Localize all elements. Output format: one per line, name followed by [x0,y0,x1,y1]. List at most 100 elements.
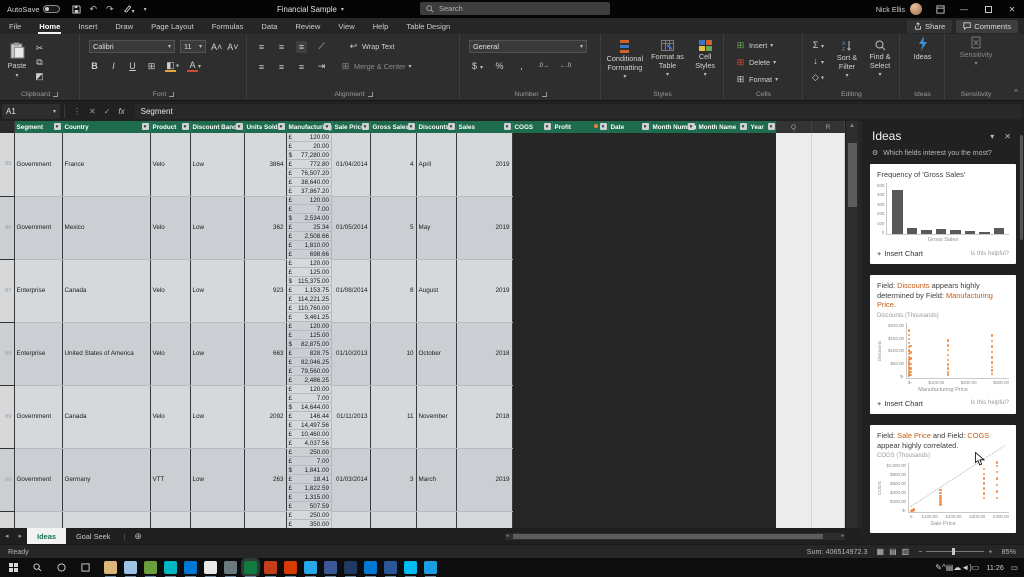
ink-icon[interactable]: ▾ [123,4,135,15]
cell-sale-price[interactable]: £7.00 [287,205,333,214]
accounting-format-button[interactable]: $▾ [469,60,483,72]
cell-units-sold[interactable]: 3864 [244,133,286,196]
cell-sale-price[interactable]: £125.00 [287,268,333,277]
merge-center-button[interactable]: ⊞Merge & Center▾ [340,60,412,73]
cancel-icon[interactable]: ✕ [89,107,96,116]
sensitivity-button[interactable]: Sensitivity▾ [953,36,999,67]
ribbon-display-options-icon[interactable] [928,0,952,18]
redo-icon[interactable]: ↷ [106,4,114,15]
taskbar-app-icon[interactable] [104,561,117,574]
cell-discount-band[interactable]: Low [190,511,244,528]
taskbar-app-icon[interactable] [324,561,337,574]
taskbar-app-icon[interactable] [184,561,197,574]
empty-cell-column[interactable] [812,133,845,528]
filter-button[interactable]: ▼ [142,123,149,130]
taskbar-app-icon[interactable] [224,561,237,574]
cell-month-name[interactable]: May [416,196,456,259]
row-number[interactable]: 89 [0,385,14,448]
start-button[interactable] [2,558,24,577]
column-header-discount-band[interactable]: Discount Band▼ [190,121,244,133]
cell-country[interactable]: France [62,133,150,196]
autosave-toggle[interactable]: AutoSave [7,5,60,14]
insert-cells-button[interactable]: ⊞Insert▾ [735,39,778,52]
share-button[interactable]: Share [907,20,952,33]
cell-month-number[interactable]: 4 [370,133,416,196]
ribbon-tab[interactable]: Review [286,18,329,34]
search-box[interactable]: Search [420,2,610,15]
cell-date[interactable]: 01/04/2014 [332,133,370,196]
cell-profit[interactable]: £2,486.25 [287,376,333,385]
column-header-month-number[interactable]: Month Number▼ [650,121,696,133]
table-row[interactable]: 85 Government France Velo Low 3864 £120.… [0,133,776,196]
clipboard-dialog-launcher[interactable] [53,92,58,97]
cell-segment[interactable]: Enterprise [14,322,62,385]
taskbar-app-icon[interactable] [164,561,177,574]
minimize-button[interactable]: — [952,0,976,18]
formula-input[interactable]: Segment [135,104,1022,119]
cell-sales[interactable]: £1,822.59 [287,484,333,493]
scroll-left-icon[interactable]: ◂ [506,533,509,540]
cell-sale-price[interactable]: £350.00 [287,520,333,528]
sheet-tab[interactable]: Goal Seek [66,528,121,544]
filter-button[interactable]: ▼ [236,123,243,130]
font-size-select[interactable]: 11▾ [180,40,206,53]
ribbon-tab[interactable]: Table Design [397,18,459,34]
cell-profit[interactable]: £3,461.25 [287,313,333,322]
column-header-date[interactable]: Date▼ [608,121,650,133]
user-name[interactable]: Nick Ellis [876,5,905,14]
sort-filter-button[interactable]: AZ Sort & Filter▾ [830,40,864,79]
cell-sale-price[interactable]: £7.00 [287,457,333,466]
cell-discount-band[interactable]: Low [190,196,244,259]
enter-icon[interactable]: ✓ [104,107,111,116]
pane-scrollbar[interactable] [1020,135,1023,240]
cell-month-name[interactable]: April [416,133,456,196]
cell-gross-sales[interactable]: $115,375.00 [287,277,333,286]
cell-year[interactable]: 2019 [456,511,512,528]
paste-button[interactable]: Paste ▾ [0,36,34,84]
cell-month-number[interactable]: 5 [370,196,416,259]
cell-month-name[interactable]: March [416,448,456,511]
align-right-icon[interactable]: ≡ [296,61,307,73]
percent-style-icon[interactable]: % [494,60,505,72]
row-number[interactable]: 88 [0,322,14,385]
conditional-formatting-button[interactable]: Conditional Formatting▾ [603,40,647,80]
column-header-profit[interactable]: Profit▼ [552,121,608,133]
zoom-in-icon[interactable]: + [988,547,992,556]
filter-button[interactable]: ▼ [504,123,511,130]
filter-button[interactable]: ▼ [324,123,331,130]
ribbon-tab[interactable]: Draw [106,18,142,34]
cell-month-name[interactable]: November [416,385,456,448]
cell-month-number[interactable]: 8 [370,259,416,322]
cell-units-sold[interactable]: 362 [244,196,286,259]
indent-icon[interactable]: ⇥ [316,61,327,73]
comments-button[interactable]: Comments [956,20,1018,33]
cell-discounts[interactable]: £1,153.75 [287,286,333,295]
taskbar-app-icon[interactable] [404,561,417,574]
fill-button[interactable]: ↓▾ [810,55,824,67]
filter-button[interactable]: ▼ [544,123,551,130]
undo-icon[interactable]: ↶ [90,4,98,15]
cell-month-number[interactable]: 4 [370,511,416,528]
table-row[interactable]: 91 Government Canada VTT Low 943.5 £250.… [0,511,776,528]
column-header-cogs[interactable]: COGS▼ [512,121,552,133]
cell-gross-sales[interactable]: $2,534.00 [287,214,333,223]
column-header-discounts[interactable]: Discounts▼ [416,121,456,133]
cell-country[interactable]: Germany [62,448,150,511]
cell-gross-sales[interactable]: $77,280.00 [287,151,333,160]
cell-profit[interactable]: £698.66 [287,250,333,259]
copy-icon[interactable]: ⧉ [34,56,45,68]
column-header-sale-price[interactable]: Sale Price▼ [332,121,370,133]
taskbar-app-icon[interactable] [244,561,257,574]
cell-segment[interactable]: Government [14,133,62,196]
row-number[interactable]: 90 [0,448,14,511]
table-row[interactable]: 87 Enterprise Canada Velo Low 923 £120.0… [0,259,776,322]
cell-product[interactable]: Velo [150,385,190,448]
qat-customize-icon[interactable]: ▾ [144,6,147,13]
document-title[interactable]: Financial Sample ▾ [277,0,344,18]
cell-discounts[interactable]: £146.44 [287,412,333,421]
cell-discounts[interactable]: £828.75 [287,349,333,358]
cell-sale-price[interactable]: £125.00 [287,331,333,340]
zoom-level[interactable]: 85% [1002,547,1016,556]
row-number[interactable]: 91 [0,511,14,528]
cell-month-number[interactable]: 3 [370,448,416,511]
